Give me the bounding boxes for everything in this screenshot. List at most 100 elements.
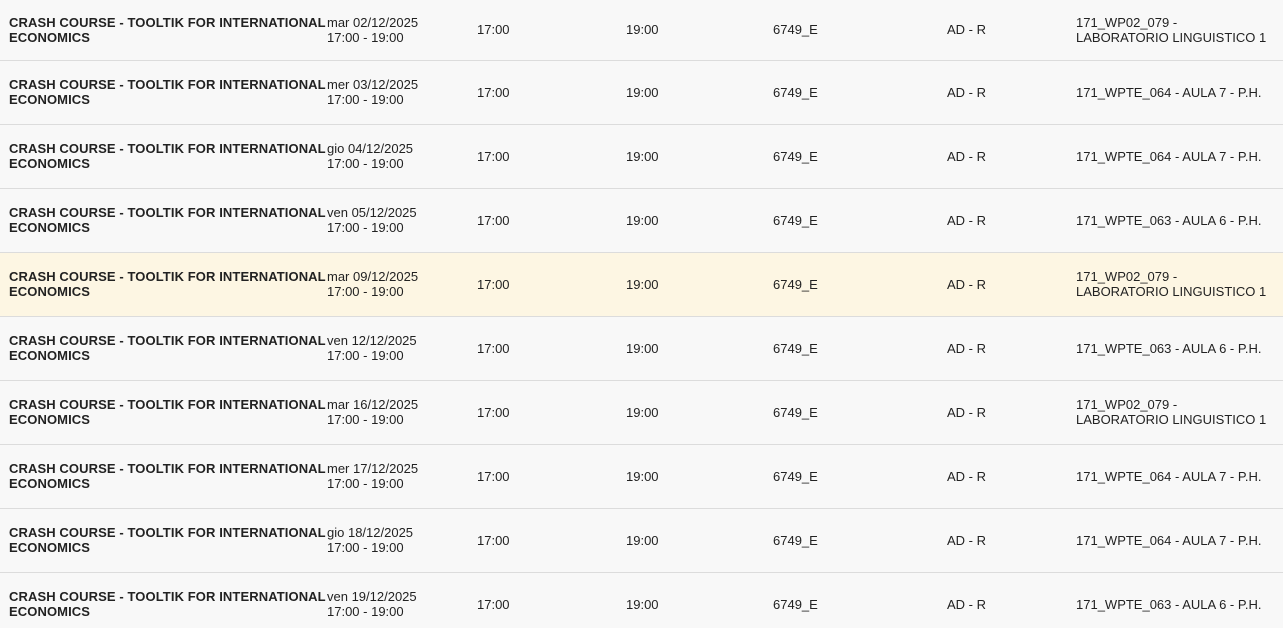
lesson-schedule-table: CRASH COURSE - TOOLTIK FOR INTERNATIONAL… xyxy=(0,0,1283,628)
table-row[interactable]: CRASH COURSE - TOOLTIK FOR INTERNATIONAL… xyxy=(0,188,1283,252)
lesson-time-range: 17:00 - 19:00 xyxy=(327,412,404,427)
start-time-cell: 17:00 xyxy=(477,148,510,164)
end-time-cell: 19:00 xyxy=(626,468,659,484)
date-cell: gio 18/12/2025 17:00 - 19:00 xyxy=(327,508,477,572)
course-code-cell: 6749_E xyxy=(773,212,818,228)
course-code-cell: 6749_E xyxy=(773,468,818,484)
room-line1: 171_WP02_079 - xyxy=(1076,269,1178,284)
activity-type-cell: AD - R xyxy=(947,148,986,164)
table-body: CRASH COURSE - TOOLTIK FOR INTERNATIONAL… xyxy=(0,0,1283,628)
lesson-time-range: 17:00 - 19:00 xyxy=(327,476,404,491)
lesson-date: mar 16/12/2025 xyxy=(327,397,419,412)
activity-type-cell: AD - R xyxy=(947,84,986,100)
activity-type-cell: AD - R xyxy=(947,276,986,292)
start-time-cell: 17:00 xyxy=(477,22,510,38)
course-name-line1: CRASH COURSE - TOOLTIK FOR INTERNATIONAL xyxy=(9,77,326,92)
room-line1: 171_WPTE_064 - AULA 7 - P.H. xyxy=(1076,148,1262,164)
date-cell: gio 04/12/2025 17:00 - 19:00 xyxy=(327,124,477,188)
lesson-date: mar 02/12/2025 xyxy=(327,14,419,30)
lesson-time-range: 17:00 - 19:00 xyxy=(327,348,404,363)
lesson-date: mer 03/12/2025 xyxy=(327,77,419,92)
end-time-cell: 19:00 xyxy=(626,340,659,356)
course-name-line2: ECONOMICS xyxy=(9,284,91,299)
room-line1: 171_WP02_079 - xyxy=(1076,14,1178,30)
end-time-cell: 19:00 xyxy=(626,532,659,548)
activity-type-cell: AD - R xyxy=(947,596,986,612)
table-row[interactable]: CRASH COURSE - TOOLTIK FOR INTERNATIONAL… xyxy=(0,124,1283,188)
end-time-cell: 19:00 xyxy=(626,276,659,292)
activity-type-cell: AD - R xyxy=(947,340,986,356)
room-cell: 171_WPTE_063 - AULA 6 - P.H. xyxy=(1076,188,1283,252)
course-name-cell: CRASH COURSE - TOOLTIK FOR INTERNATIONAL… xyxy=(0,0,327,60)
lesson-date: gio 18/12/2025 xyxy=(327,525,414,540)
activity-type-cell: AD - R xyxy=(947,22,986,38)
start-time-cell: 17:00 xyxy=(477,84,510,100)
course-name-line2: ECONOMICS xyxy=(9,92,91,107)
room-line2: LABORATORIO LINGUISTICO 1 xyxy=(1076,284,1267,299)
course-name-cell: CRASH COURSE - TOOLTIK FOR INTERNATIONAL… xyxy=(0,572,327,628)
room-line1: 171_WPTE_063 - AULA 6 - P.H. xyxy=(1076,340,1262,356)
course-name-cell: CRASH COURSE - TOOLTIK FOR INTERNATIONAL… xyxy=(0,252,327,316)
course-code-cell: 6749_E xyxy=(773,84,818,100)
table-row[interactable]: CRASH COURSE - TOOLTIK FOR INTERNATIONAL… xyxy=(0,316,1283,380)
end-time-cell: 19:00 xyxy=(626,212,659,228)
course-name-cell: CRASH COURSE - TOOLTIK FOR INTERNATIONAL… xyxy=(0,60,327,124)
course-name-line1: CRASH COURSE - TOOLTIK FOR INTERNATIONAL xyxy=(9,397,326,412)
table-row[interactable]: CRASH COURSE - TOOLTIK FOR INTERNATIONAL… xyxy=(0,380,1283,444)
table-row[interactable]: CRASH COURSE - TOOLTIK FOR INTERNATIONAL… xyxy=(0,252,1283,316)
course-code-cell: 6749_E xyxy=(773,148,818,164)
course-code-cell: 6749_E xyxy=(773,22,818,38)
course-name-line1: CRASH COURSE - TOOLTIK FOR INTERNATIONAL xyxy=(9,14,326,30)
course-name-line1: CRASH COURSE - TOOLTIK FOR INTERNATIONAL xyxy=(9,589,326,604)
start-time-cell: 17:00 xyxy=(477,404,510,420)
lesson-date: ven 05/12/2025 xyxy=(327,205,417,220)
lesson-time-range: 17:00 - 19:00 xyxy=(327,92,404,107)
course-name-line1: CRASH COURSE - TOOLTIK FOR INTERNATIONAL xyxy=(9,525,326,540)
room-cell: 171_WP02_079 - LABORATORIO LINGUISTICO 1 xyxy=(1076,380,1283,444)
end-time-cell: 19:00 xyxy=(626,84,659,100)
start-time-cell: 17:00 xyxy=(477,212,510,228)
course-name-cell: CRASH COURSE - TOOLTIK FOR INTERNATIONAL… xyxy=(0,508,327,572)
room-cell: 171_WPTE_063 - AULA 6 - P.H. xyxy=(1076,572,1283,628)
lesson-date: mar 09/12/2025 xyxy=(327,269,419,284)
course-name-line1: CRASH COURSE - TOOLTIK FOR INTERNATIONAL xyxy=(9,333,326,348)
course-name-cell: CRASH COURSE - TOOLTIK FOR INTERNATIONAL… xyxy=(0,316,327,380)
table-row[interactable]: CRASH COURSE - TOOLTIK FOR INTERNATIONAL… xyxy=(0,508,1283,572)
room-cell: 171_WP02_079 - LABORATORIO LINGUISTICO 1 xyxy=(1076,0,1283,60)
table-row[interactable]: CRASH COURSE - TOOLTIK FOR INTERNATIONAL… xyxy=(0,444,1283,508)
start-time-cell: 17:00 xyxy=(477,468,510,484)
lesson-time-range: 17:00 - 19:00 xyxy=(327,29,404,45)
course-name-line1: CRASH COURSE - TOOLTIK FOR INTERNATIONAL xyxy=(9,461,326,476)
course-name-line2: ECONOMICS xyxy=(9,604,91,619)
room-line2: LABORATORIO LINGUISTICO 1 xyxy=(1076,412,1267,427)
activity-type-cell: AD - R xyxy=(947,468,986,484)
lesson-date: gio 04/12/2025 xyxy=(327,141,414,156)
lesson-date: mer 17/12/2025 xyxy=(327,461,419,476)
date-cell: ven 19/12/2025 17:00 - 19:00 xyxy=(327,572,477,628)
activity-type-cell: AD - R xyxy=(947,212,986,228)
end-time-cell: 19:00 xyxy=(626,22,659,38)
table-row[interactable]: CRASH COURSE - TOOLTIK FOR INTERNATIONAL… xyxy=(0,572,1283,628)
table-row[interactable]: CRASH COURSE - TOOLTIK FOR INTERNATIONAL… xyxy=(0,0,1283,60)
date-cell: mar 09/12/2025 17:00 - 19:00 xyxy=(327,252,477,316)
start-time-cell: 17:00 xyxy=(477,340,510,356)
course-code-cell: 6749_E xyxy=(773,340,818,356)
room-line1: 171_WPTE_063 - AULA 6 - P.H. xyxy=(1076,212,1262,228)
room-line1: 171_WPTE_064 - AULA 7 - P.H. xyxy=(1076,84,1262,100)
course-name-line2: ECONOMICS xyxy=(9,156,91,171)
room-cell: 171_WPTE_064 - AULA 7 - P.H. xyxy=(1076,508,1283,572)
course-name-line2: ECONOMICS xyxy=(9,540,91,555)
end-time-cell: 19:00 xyxy=(626,404,659,420)
date-cell: ven 12/12/2025 17:00 - 19:00 xyxy=(327,316,477,380)
lesson-time-range: 17:00 - 19:00 xyxy=(327,284,404,299)
date-cell: mar 02/12/2025 17:00 - 19:00 xyxy=(327,0,477,60)
room-cell: 171_WPTE_064 - AULA 7 - P.H. xyxy=(1076,60,1283,124)
room-line1: 171_WPTE_063 - AULA 6 - P.H. xyxy=(1076,596,1262,612)
course-code-cell: 6749_E xyxy=(773,276,818,292)
table-row[interactable]: CRASH COURSE - TOOLTIK FOR INTERNATIONAL… xyxy=(0,60,1283,124)
course-name-cell: CRASH COURSE - TOOLTIK FOR INTERNATIONAL… xyxy=(0,188,327,252)
room-line2: LABORATORIO LINGUISTICO 1 xyxy=(1076,29,1267,45)
lesson-date: ven 12/12/2025 xyxy=(327,333,417,348)
start-time-cell: 17:00 xyxy=(477,276,510,292)
course-code-cell: 6749_E xyxy=(773,596,818,612)
